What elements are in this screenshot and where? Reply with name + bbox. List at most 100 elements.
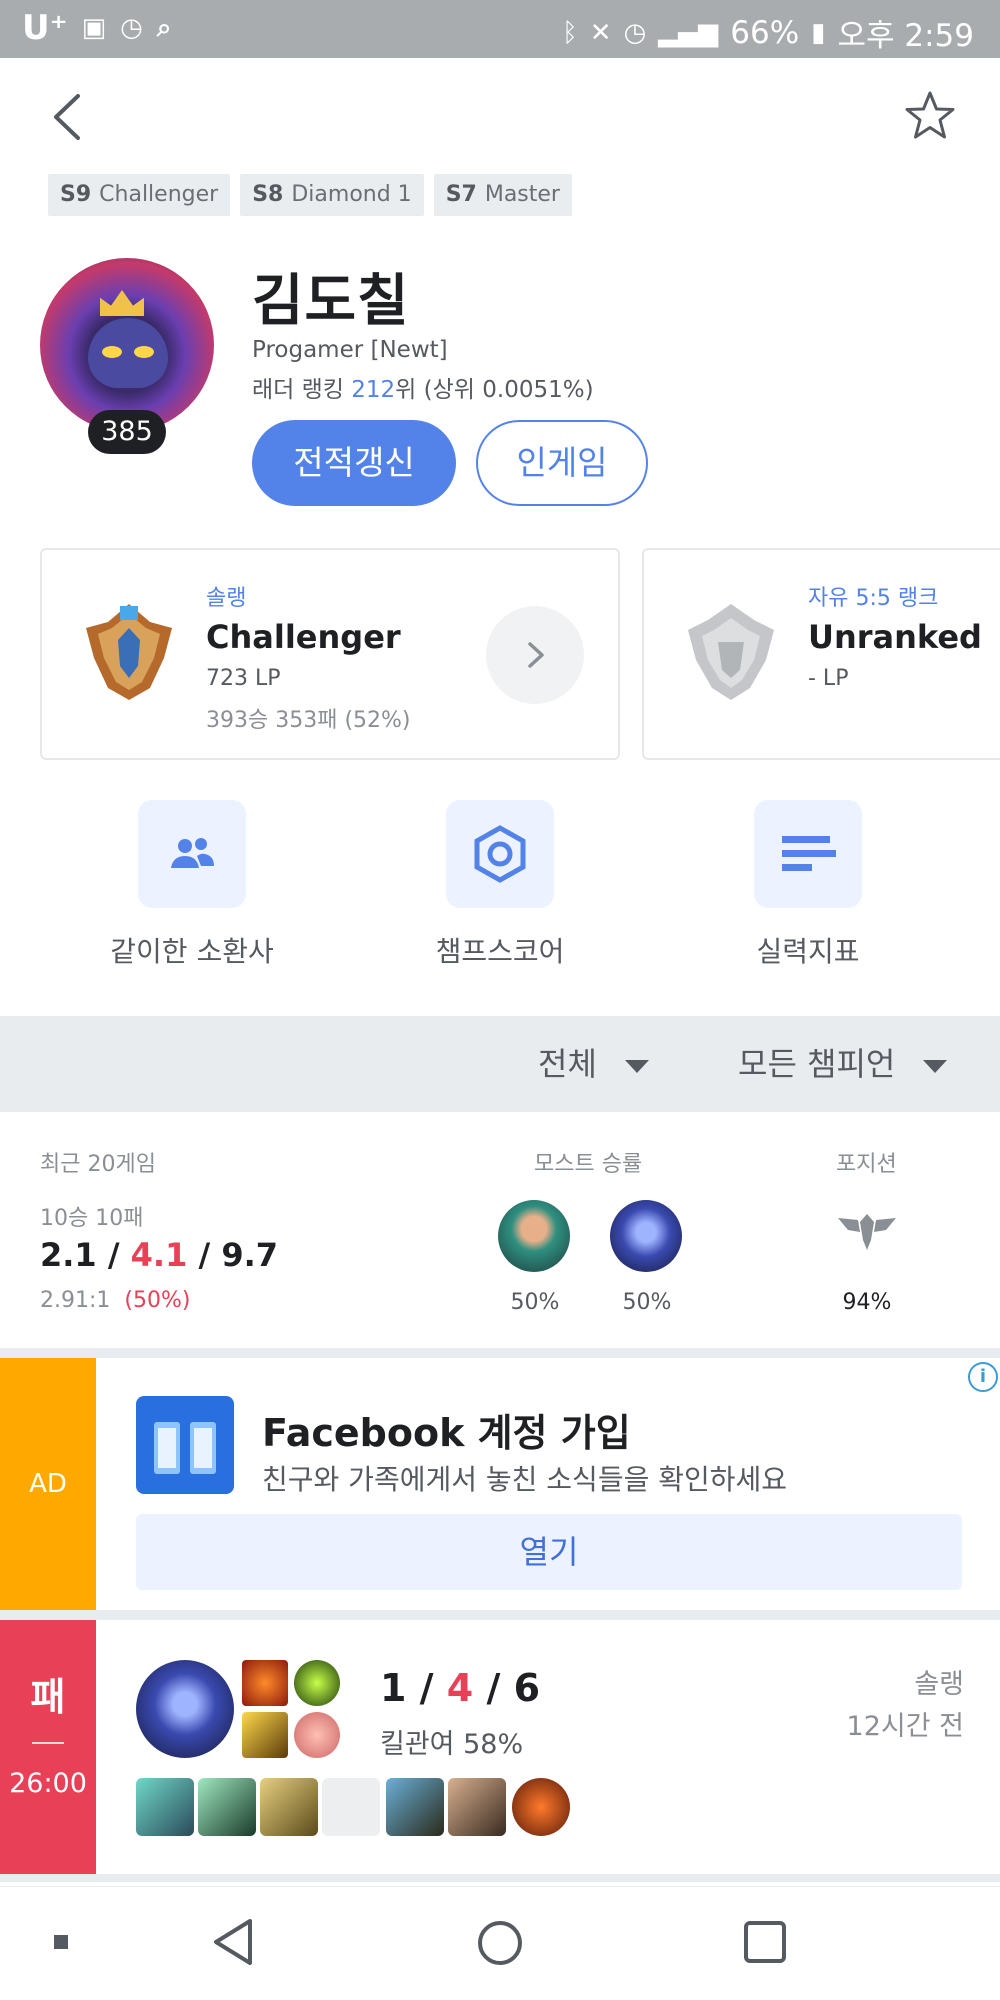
- summoner-name: 김도칠: [252, 269, 410, 334]
- match-result-bar[interactable]: 패 26:00: [0, 1620, 96, 1874]
- season-badge: S8 Diamond 1: [240, 174, 424, 216]
- rank-detail-button[interactable]: [486, 606, 584, 704]
- champion-filter-value: 모든 챔피언: [738, 1045, 896, 1083]
- recent-dot-icon[interactable]: [52, 1933, 70, 1951]
- champion-portrait[interactable]: [136, 1660, 234, 1758]
- kill-participation: 킬관여 58%: [380, 1729, 524, 1760]
- ad-description: 친구와 가족에게서 놓친 소식들을 확인하세요: [262, 1463, 788, 1496]
- most-champion-winrate: 50%: [622, 1290, 672, 1315]
- item-icon: [260, 1778, 318, 1836]
- summoner-level-badge: 385: [88, 410, 166, 454]
- deaths: 4.1: [130, 1236, 188, 1274]
- most-champion-portrait: [498, 1200, 570, 1272]
- season-tier: Diamond 1: [291, 182, 412, 207]
- unranked-emblem-icon: [688, 604, 774, 700]
- lp-label: 723 LP: [206, 666, 281, 691]
- queue-label: 솔랭: [206, 586, 247, 611]
- carrier-label: U⁺: [22, 8, 68, 48]
- most-champion-winrate: 50%: [510, 1290, 560, 1315]
- back-triangle-icon[interactable]: [210, 1917, 256, 1967]
- item-icon: [136, 1778, 194, 1836]
- ladder-rank-number: 212: [351, 377, 396, 403]
- ladder-ranking: 래더 랭킹 212위 (상위 0.0051%): [252, 370, 594, 404]
- bluetooth-icon: ᛒ: [562, 17, 578, 48]
- hexagon-target-icon: [446, 800, 554, 908]
- ad-badge: AD: [0, 1358, 96, 1610]
- divider-line: [32, 1742, 64, 1744]
- queue-filter-dropdown[interactable]: 전체: [538, 1016, 649, 1112]
- kills: 2.1: [40, 1236, 97, 1274]
- quick-menu-champ-score[interactable]: 챔프스코어: [350, 800, 650, 970]
- position-percentage: 94%: [842, 1290, 892, 1315]
- item-icon: [386, 1778, 444, 1836]
- signal-icon: ▂▄▆: [658, 17, 719, 48]
- rune-secondary-icon: [294, 1712, 340, 1758]
- android-navigation-bar: [0, 1886, 1000, 2000]
- champion-filter-dropdown[interactable]: 모든 챔피언: [738, 1016, 948, 1112]
- match-result: 패: [30, 1675, 66, 1719]
- tier-label: Challenger: [206, 618, 401, 656]
- image-icon: ▣: [81, 13, 107, 43]
- caret-down-icon: [923, 1059, 948, 1073]
- quick-menu-skill-index[interactable]: 실력지표: [658, 800, 958, 970]
- flex-rank-card[interactable]: 자유 5:5 랭크 Unranked - LP: [642, 548, 1000, 760]
- filter-bar: 전체 모든 챔피언: [0, 1016, 1000, 1112]
- item-icon: [448, 1778, 506, 1836]
- win-loss-record: 393승 353패 (52%): [206, 708, 411, 733]
- battery-icon: ▮: [811, 17, 826, 48]
- assists: 9.7: [221, 1236, 278, 1274]
- caret-down-icon: [624, 1059, 649, 1073]
- empty-item-slot: [322, 1778, 380, 1836]
- solo-rank-card[interactable]: 솔랭 Challenger 723 LP 393승 353패 (52%): [40, 548, 620, 760]
- section-divider: [0, 1348, 1000, 1358]
- ingame-button[interactable]: 인게임: [476, 420, 648, 506]
- match-duration: 26:00: [9, 1768, 87, 1799]
- season-tier: Challenger: [99, 182, 219, 207]
- most-winrate-label: 모스트 승률: [534, 1152, 643, 1177]
- profile-icon-avatar: [40, 258, 214, 432]
- search-icon: ⌕: [156, 12, 172, 43]
- season-label: S7: [445, 182, 477, 207]
- section-divider: [0, 1610, 1000, 1620]
- quick-menu-label: 실력지표: [756, 935, 860, 968]
- bars-icon: [754, 800, 862, 908]
- info-icon[interactable]: i: [968, 1362, 998, 1392]
- kda-ratio: 2.91:1 (50%): [40, 1288, 190, 1313]
- trinket-icon: [512, 1778, 570, 1836]
- alarm-clock-icon: ◷: [623, 17, 647, 48]
- match-assists: 6: [513, 1666, 541, 1710]
- season-history: S9 Challenger S8 Diamond 1 S7 Master: [48, 174, 572, 216]
- match-time-ago: 12시간 전: [846, 1711, 964, 1742]
- item-icon: [198, 1778, 256, 1836]
- quick-menu-label: 챔프스코어: [435, 935, 565, 968]
- match-kda: 1 / 4 / 6: [380, 1666, 541, 1710]
- facebook-app-icon[interactable]: [136, 1396, 234, 1494]
- ad-title: Facebook 계정 가입: [262, 1411, 631, 1455]
- battery-level: 66%: [730, 14, 800, 51]
- match-kills: 1: [380, 1666, 407, 1710]
- quick-menu-label: 같이한 소환사: [110, 935, 274, 968]
- recent-winrate: (50%): [124, 1288, 191, 1313]
- chevron-left-icon[interactable]: [48, 92, 88, 142]
- quick-menu-played-with[interactable]: 같이한 소환사: [42, 800, 342, 970]
- home-circle-icon[interactable]: [476, 1919, 524, 1967]
- kda-ratio-value: 2.91:1: [40, 1288, 111, 1313]
- tier-label: Unranked: [808, 618, 982, 656]
- mute-icon: ✕: [589, 17, 612, 48]
- season-tier: Master: [484, 182, 560, 207]
- section-divider: [0, 1874, 1000, 1882]
- ad-open-button[interactable]: 열기: [136, 1514, 962, 1590]
- refresh-button[interactable]: 전적갱신: [252, 420, 456, 506]
- match-deaths: 4: [446, 1666, 474, 1710]
- progamer-label: Progamer [Newt]: [252, 337, 448, 363]
- ladder-suffix: 위 (상위 0.0051%): [395, 377, 594, 403]
- star-outline-icon[interactable]: [904, 90, 956, 142]
- queue-label: 자유 5:5 랭크: [808, 586, 939, 611]
- season-badge: S9 Challenger: [48, 174, 231, 216]
- recent-win-loss: 10승 10패: [40, 1206, 144, 1231]
- overview-square-icon[interactable]: [742, 1919, 788, 1965]
- summoner-spell-flash-icon: [294, 1660, 340, 1706]
- ladder-prefix: 래더 랭킹: [252, 377, 352, 403]
- season-label: S9: [60, 182, 92, 207]
- season-badge: S7 Master: [433, 174, 572, 216]
